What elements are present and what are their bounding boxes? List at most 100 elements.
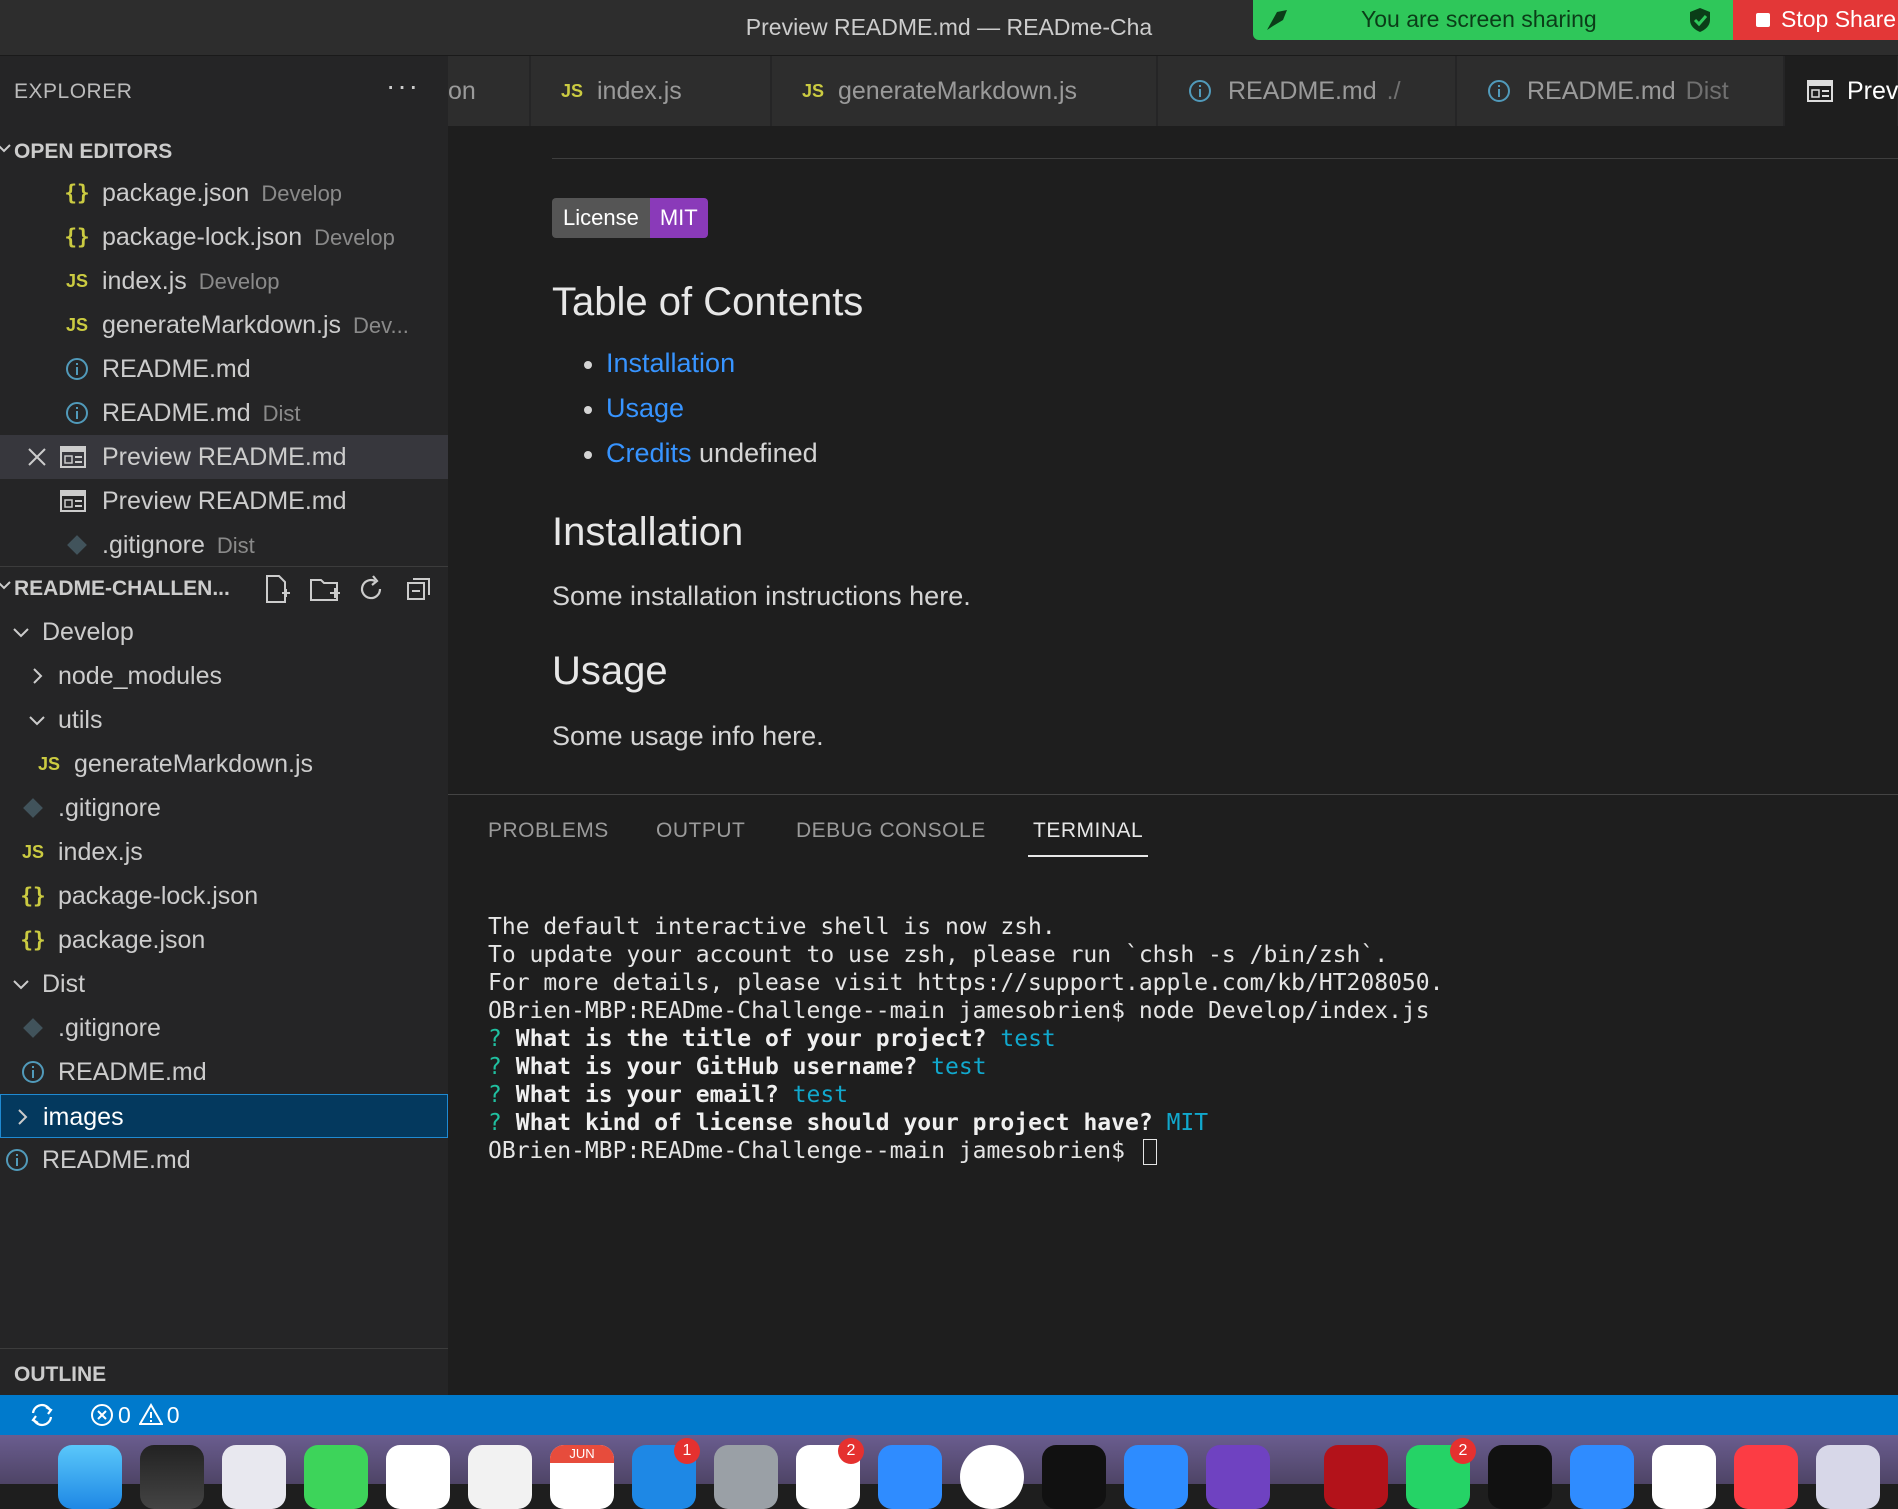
editor-tab[interactable]: README.md ./ — [1158, 56, 1456, 126]
new-folder-icon[interactable] — [308, 573, 342, 605]
mail-app-icon[interactable] — [1570, 1445, 1634, 1509]
photos-app-icon[interactable] — [386, 1445, 450, 1509]
open-editor-item[interactable]: {} package-lock.json Develop — [0, 215, 448, 259]
chevron-right-icon — [24, 654, 50, 698]
toc-heading: Table of Contents — [552, 280, 864, 324]
chevron-down-icon — [8, 962, 34, 1006]
tree-folder-utils[interactable]: utils — [0, 698, 448, 742]
tab-label: Prev — [1847, 77, 1898, 105]
tree-item-label: utils — [58, 706, 103, 734]
license-badge[interactable]: License MIT — [552, 198, 708, 238]
tree-folder-dist[interactable]: Dist — [0, 962, 448, 1006]
facetime-app-icon[interactable] — [304, 1445, 368, 1509]
shield-check-icon — [1690, 8, 1710, 32]
tree-file[interactable]: README.md — [0, 1050, 448, 1094]
explorer-sidebar: EXPLORER ··· OPEN EDITORS {} package.jso… — [0, 56, 448, 1395]
sync-icon[interactable] — [28, 1395, 56, 1435]
tree-folder-images[interactable]: images — [0, 1094, 448, 1138]
problems-status[interactable]: 0 0 — [90, 1395, 180, 1435]
tree-file[interactable]: .gitignore — [0, 786, 448, 830]
tab-debug-console[interactable]: DEBUG CONSOLE — [796, 819, 986, 843]
tree-file[interactable]: README.md — [0, 1138, 448, 1182]
outline-label: OUTLINE — [14, 1363, 107, 1386]
open-editors-section-header[interactable]: OPEN EDITORS — [0, 130, 448, 174]
editor-tab-active[interactable]: Prev — [1785, 56, 1898, 126]
screen-share-icon — [1267, 10, 1287, 30]
tab-terminal[interactable]: TERMINAL — [1033, 819, 1143, 843]
siri-app-icon[interactable] — [140, 1445, 204, 1509]
tree-folder-develop[interactable]: Develop — [0, 610, 448, 654]
github-desktop-app-icon[interactable] — [1206, 1445, 1270, 1509]
open-editor-item[interactable]: {} package.json Develop — [0, 171, 448, 215]
stop-share-button[interactable]: Stop Share — [1733, 0, 1898, 40]
open-editor-desc: Develop — [261, 181, 343, 206]
editor-tab[interactable]: README.md Dist — [1457, 56, 1784, 126]
tree-file[interactable]: {} package.json — [0, 918, 448, 962]
open-editor-name: Preview README.md — [102, 487, 347, 515]
vscode-app-icon[interactable] — [1652, 1445, 1716, 1509]
docker-app-icon[interactable] — [1042, 1445, 1106, 1509]
terminal-app-icon[interactable] — [1488, 1445, 1552, 1509]
open-editor-item[interactable]: README.md Dist — [0, 391, 448, 435]
open-editor-item[interactable]: Preview README.md — [0, 479, 448, 523]
workspace-section-header[interactable]: README-CHALLEN... — [0, 566, 448, 610]
more-actions-button[interactable]: ··· — [386, 70, 420, 102]
zoom-app-icon[interactable] — [1124, 1445, 1188, 1509]
tab-problems[interactable]: PROBLEMS — [488, 819, 609, 843]
finder-app-icon[interactable] — [58, 1445, 122, 1509]
tree-file[interactable]: .gitignore — [0, 1006, 448, 1050]
tree-folder-node-modules[interactable]: node_modules — [0, 654, 448, 698]
installation-heading: Installation — [552, 510, 744, 554]
js-icon: JS — [802, 80, 825, 101]
toc-link-credits[interactable]: Credits — [606, 438, 692, 468]
open-editor-item-active[interactable]: Preview README.md — [0, 435, 448, 479]
close-icon[interactable] — [24, 435, 50, 479]
tab-output[interactable]: OUTPUT — [656, 819, 745, 843]
preview-icon — [60, 435, 86, 479]
editor-tab[interactable]: JS generateMarkdown.js — [772, 56, 1157, 126]
tree-file[interactable]: {} package-lock.json — [0, 874, 448, 918]
js-icon: JS — [65, 314, 89, 335]
acrobat-app-icon[interactable] — [1324, 1445, 1388, 1509]
toc-link-installation[interactable]: Installation — [606, 348, 735, 378]
open-editors-label: OPEN EDITORS — [14, 140, 173, 163]
xcode-app-icon[interactable] — [878, 1445, 942, 1509]
terminal-line: For more details, please visit https://s… — [488, 970, 1444, 996]
usage-heading: Usage — [552, 649, 668, 693]
open-editor-item[interactable]: .gitignore Dist — [0, 523, 448, 567]
status-bar: 0 0 — [0, 1395, 1898, 1435]
explorer-header: EXPLORER — [14, 80, 133, 103]
collapse-all-icon[interactable] — [404, 573, 434, 605]
open-editor-name: generateMarkdown.js — [102, 311, 342, 339]
refresh-icon[interactable] — [356, 573, 386, 605]
tab-label: on — [448, 77, 476, 105]
open-editor-item[interactable]: README.md — [0, 347, 448, 391]
badge-value: MIT — [649, 198, 708, 238]
github-app-icon[interactable] — [960, 1445, 1024, 1509]
open-editor-item[interactable]: JS generateMarkdown.js Dev... — [0, 303, 448, 347]
tree-file[interactable]: JS generateMarkdown.js — [0, 742, 448, 786]
app-store-badge: 1 — [674, 1438, 700, 1464]
new-file-icon[interactable] — [262, 573, 292, 605]
launchpad-app-icon[interactable] — [222, 1445, 286, 1509]
toc-item: Credits undefined — [584, 438, 818, 469]
open-editor-item[interactable]: JS index.js Develop — [0, 259, 448, 303]
terminal-output[interactable]: The default interactive shell is now zsh… — [488, 913, 1443, 1165]
open-editor-desc: Develop — [314, 225, 395, 250]
editor-tab[interactable]: JS index.js — [531, 56, 771, 126]
calendar-app-icon[interactable]: JUN — [550, 1445, 614, 1509]
screen-share-status: You are screen sharing — [1361, 6, 1597, 32]
terminal-line: To update your account to use zsh, pleas… — [488, 942, 1389, 968]
outline-section-header[interactable]: OUTLINE — [0, 1348, 448, 1395]
git-icon — [20, 1006, 46, 1050]
editor-tab[interactable]: on — [448, 56, 530, 126]
music-app-icon[interactable] — [1734, 1445, 1798, 1509]
toc-link-usage[interactable]: Usage — [606, 393, 684, 423]
dock-app-icon[interactable] — [1816, 1445, 1880, 1509]
tree-item-label: package.json — [58, 926, 206, 954]
tree-file[interactable]: JS index.js — [0, 830, 448, 874]
system-preferences-app-icon[interactable] — [714, 1445, 778, 1509]
tab-label: generateMarkdown.js — [838, 77, 1078, 105]
chrome-app-icon[interactable] — [468, 1445, 532, 1509]
calendar-month: JUN — [550, 1445, 614, 1463]
